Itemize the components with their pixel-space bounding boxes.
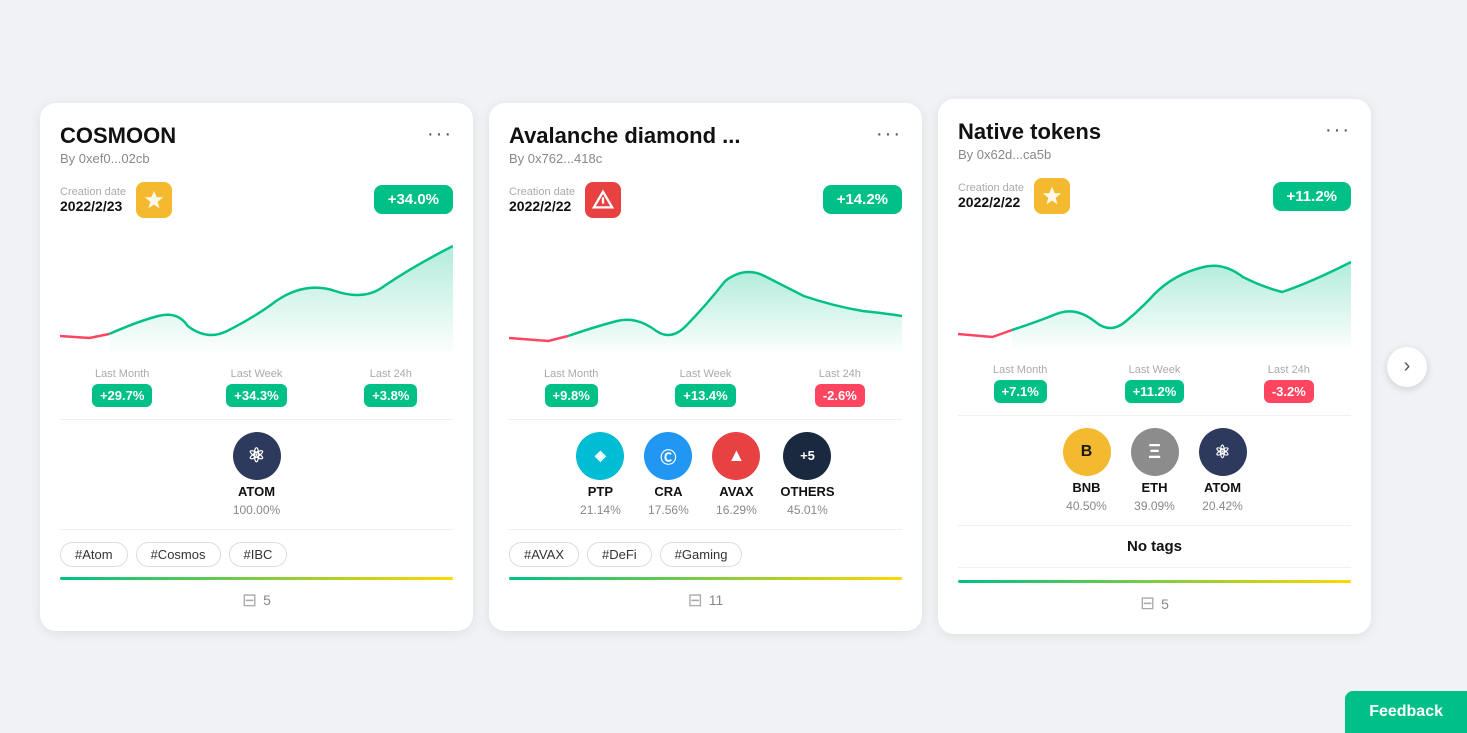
creation-info: Creation date 2022/2/22 bbox=[958, 178, 1070, 214]
creation-row: Creation date 2022/2/22 +11.2% bbox=[958, 178, 1351, 214]
stat-last-month: Last Month +29.7% bbox=[60, 368, 184, 407]
divider2 bbox=[509, 529, 902, 530]
stat-last-week: Last Week +11.2% bbox=[1092, 364, 1216, 403]
card-title-group: COSMOON By 0xef0...02cb bbox=[60, 123, 176, 166]
token-others: +5 OTHERS 45.01% bbox=[780, 432, 834, 517]
divider bbox=[509, 419, 902, 420]
watch-icon: ⊟ bbox=[688, 590, 703, 611]
chart-area bbox=[60, 226, 453, 356]
stats-row: Last Month +9.8% Last Week +13.4% Last 2… bbox=[509, 368, 902, 407]
stat-last-month: Last Month +9.8% bbox=[509, 368, 633, 407]
change-badge: +11.2% bbox=[1273, 182, 1351, 211]
tag-avax[interactable]: #AVAX bbox=[509, 542, 579, 567]
watch-icon: ⊟ bbox=[242, 590, 257, 611]
card-header: Avalanche diamond ... By 0x762...418c ··… bbox=[509, 123, 902, 166]
token-icon-bnb: B bbox=[1063, 428, 1111, 476]
token-icon-others: +5 bbox=[783, 432, 831, 480]
tag-gaming[interactable]: #Gaming bbox=[660, 542, 743, 567]
token-icon-cra: Ⓒ bbox=[644, 432, 692, 480]
card-subtitle: By 0x62d...ca5b bbox=[958, 147, 1101, 162]
tokens-row: ◈ PTP 21.14% Ⓒ CRA 17.56% ▲ AVAX 16.29% … bbox=[509, 432, 902, 517]
stat-last-24h: Last 24h -3.2% bbox=[1227, 364, 1351, 403]
token-avax: ▲ AVAX 16.29% bbox=[712, 432, 760, 517]
next-arrow-button[interactable]: › bbox=[1387, 347, 1427, 387]
tag-ibc[interactable]: #IBC bbox=[229, 542, 288, 567]
watch-count: ⊟ 11 bbox=[509, 590, 902, 611]
chain-icon-avalanche bbox=[585, 182, 621, 218]
chain-icon-binance2 bbox=[1034, 178, 1070, 214]
tags-row: #Atom #Cosmos #IBC bbox=[60, 542, 453, 567]
change-badge: +34.0% bbox=[374, 185, 453, 214]
creation-text: Creation date 2022/2/23 bbox=[60, 186, 126, 214]
chart-area bbox=[509, 226, 902, 356]
card-title: Avalanche diamond ... bbox=[509, 123, 740, 149]
creation-row: Creation date 2022/2/22 +14.2% bbox=[509, 182, 902, 218]
card-title: COSMOON bbox=[60, 123, 176, 149]
tags-row: #AVAX #DeFi #Gaming bbox=[509, 542, 902, 567]
stat-last-24h: Last 24h +3.8% bbox=[329, 368, 453, 407]
stat-last-week: Last Week +34.3% bbox=[194, 368, 318, 407]
card-title-group: Native tokens By 0x62d...ca5b bbox=[958, 119, 1101, 162]
gradient-bar bbox=[958, 580, 1351, 583]
menu-button[interactable]: ··· bbox=[876, 123, 902, 146]
change-badge: +14.2% bbox=[823, 185, 902, 214]
tag-defi[interactable]: #DeFi bbox=[587, 542, 652, 567]
gradient-bar bbox=[60, 577, 453, 580]
card-header: COSMOON By 0xef0...02cb ··· bbox=[60, 123, 453, 166]
feedback-button[interactable]: Feedback bbox=[1345, 691, 1467, 733]
chart-area bbox=[958, 222, 1351, 352]
creation-text: Creation date 2022/2/22 bbox=[509, 186, 575, 214]
token-icon-atom2: ⚛ bbox=[1199, 428, 1247, 476]
token-icon-ptp: ◈ bbox=[576, 432, 624, 480]
card-avalanche: Avalanche diamond ... By 0x762...418c ··… bbox=[489, 103, 922, 631]
token-ptp: ◈ PTP 21.14% bbox=[576, 432, 624, 517]
token-eth: Ξ ETH 39.09% bbox=[1131, 428, 1179, 513]
card-header: Native tokens By 0x62d...ca5b ··· bbox=[958, 119, 1351, 162]
chain-icon-binance bbox=[136, 182, 172, 218]
token-atom: ⚛ ATOM 100.00% bbox=[233, 432, 281, 517]
menu-button[interactable]: ··· bbox=[1325, 119, 1351, 142]
token-atom2: ⚛ ATOM 20.42% bbox=[1199, 428, 1247, 513]
tag-cosmos[interactable]: #Cosmos bbox=[136, 542, 221, 567]
watch-count: ⊟ 5 bbox=[958, 593, 1351, 614]
creation-text: Creation date 2022/2/22 bbox=[958, 182, 1024, 210]
watch-count: ⊟ 5 bbox=[60, 590, 453, 611]
token-icon-atom: ⚛ bbox=[233, 432, 281, 480]
chevron-right-icon: › bbox=[1404, 355, 1411, 378]
stat-last-24h: Last 24h -2.6% bbox=[778, 368, 902, 407]
tokens-row: B BNB 40.50% Ξ ETH 39.09% ⚛ ATOM 20.42% bbox=[958, 428, 1351, 513]
stat-last-month: Last Month +7.1% bbox=[958, 364, 1082, 403]
card-title: Native tokens bbox=[958, 119, 1101, 145]
divider bbox=[958, 415, 1351, 416]
stat-last-week: Last Week +13.4% bbox=[643, 368, 767, 407]
stats-row: Last Month +7.1% Last Week +11.2% Last 2… bbox=[958, 364, 1351, 403]
creation-info: Creation date 2022/2/23 bbox=[60, 182, 172, 218]
card-subtitle: By 0x762...418c bbox=[509, 151, 740, 166]
gradient-bar bbox=[509, 577, 902, 580]
divider bbox=[60, 419, 453, 420]
stats-row: Last Month +29.7% Last Week +34.3% Last … bbox=[60, 368, 453, 407]
divider2 bbox=[958, 525, 1351, 526]
token-cra: Ⓒ CRA 17.56% bbox=[644, 432, 692, 517]
no-tags-label: No tags bbox=[958, 538, 1351, 555]
card-subtitle: By 0xef0...02cb bbox=[60, 151, 176, 166]
watch-icon: ⊟ bbox=[1140, 593, 1155, 614]
tag-atom[interactable]: #Atom bbox=[60, 542, 128, 567]
token-bnb: B BNB 40.50% bbox=[1063, 428, 1111, 513]
divider2 bbox=[60, 529, 453, 530]
token-icon-eth: Ξ bbox=[1131, 428, 1179, 476]
creation-row: Creation date 2022/2/23 +34.0% bbox=[60, 182, 453, 218]
tokens-row: ⚛ ATOM 100.00% bbox=[60, 432, 453, 517]
divider3 bbox=[958, 567, 1351, 568]
creation-info: Creation date 2022/2/22 bbox=[509, 182, 621, 218]
card-title-group: Avalanche diamond ... By 0x762...418c bbox=[509, 123, 740, 166]
card-cosmoon: COSMOON By 0xef0...02cb ··· Creation dat… bbox=[40, 103, 473, 631]
menu-button[interactable]: ··· bbox=[427, 123, 453, 146]
card-native-tokens: Native tokens By 0x62d...ca5b ··· Creati… bbox=[938, 99, 1371, 634]
cards-container: COSMOON By 0xef0...02cb ··· Creation dat… bbox=[20, 79, 1447, 654]
token-icon-avax: ▲ bbox=[712, 432, 760, 480]
